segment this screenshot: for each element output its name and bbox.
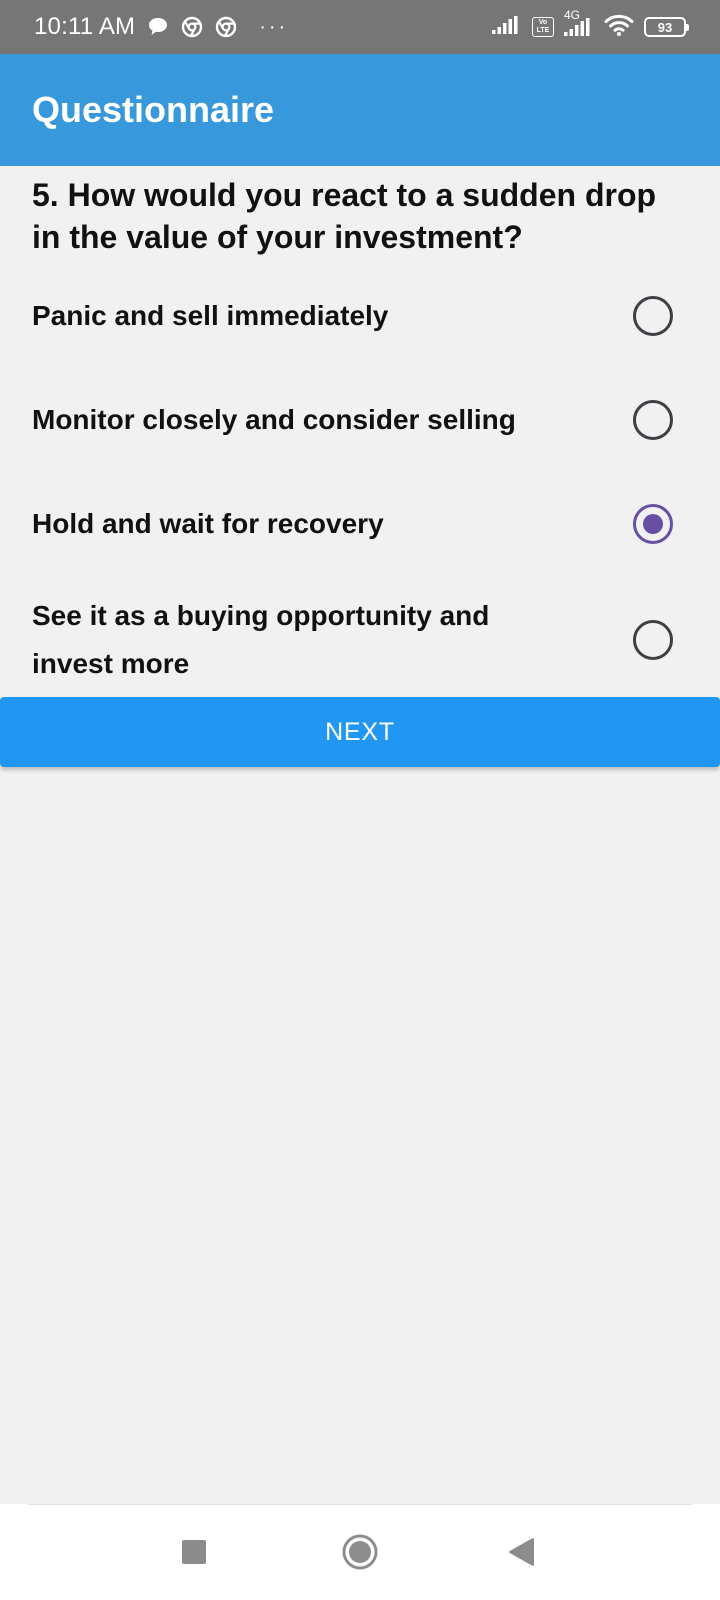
more-notifications-indicator: ··· [259,15,289,38]
back-triangle-icon[interactable] [473,1504,569,1600]
home-circle-icon[interactable] [312,1504,408,1600]
status-left: 10:11 AM ··· [34,13,288,41]
app-title: Questionnaire [32,89,275,130]
system-nav-bar [0,1504,720,1600]
answer-option[interactable]: Panic and sell immediately [0,264,720,368]
status-right: Vo LTE 4G 93 [492,8,689,41]
app-bar: Questionnaire [0,54,720,166]
volte-icon: Vo LTE [532,17,554,37]
radio-selected-dot [643,514,663,534]
wifi-icon [604,14,634,41]
answer-option-label: Panic and sell immediately [32,300,389,331]
radio-button-selected[interactable] [633,504,673,544]
status-time: 10:11 AM [34,13,136,40]
questionnaire-content: 5. How would you react to a sudden drop … [0,166,720,704]
battery-icon: 93 [644,17,689,37]
radio-button[interactable] [633,400,673,440]
chat-bubble-icon [147,16,169,38]
chrome-icon [181,16,203,38]
signal-4g-icon: 4G [564,8,594,36]
volte-label-bottom: LTE [536,27,550,34]
next-button[interactable]: NEXT [0,697,720,767]
answer-option[interactable]: See it as a buying opportunity and inves… [0,576,720,704]
answer-option[interactable]: Hold and wait for recovery [0,472,720,576]
answer-options: Panic and sell immediately Monitor close… [0,264,720,704]
signal-strength-icon [492,15,522,39]
question-text: 5. How would you react to a sudden drop … [32,177,657,255]
answer-option-label: Monitor closely and consider selling [32,404,516,435]
radio-button[interactable] [633,620,673,660]
radio-button[interactable] [633,296,673,336]
recents-square-icon[interactable] [146,1504,242,1600]
volte-label-top: Vo [538,19,548,26]
answer-option-label: Hold and wait for recovery [32,508,384,539]
battery-level: 93 [657,19,673,35]
network-type-label: 4G [564,8,581,22]
status-bar: 10:11 AM ··· Vo LTE 4G 93 [0,0,720,54]
answer-option-label: See it as a buying opportunity and inves… [32,600,490,679]
chrome-icon [215,16,237,38]
answer-option[interactable]: Monitor closely and consider selling [0,368,720,472]
